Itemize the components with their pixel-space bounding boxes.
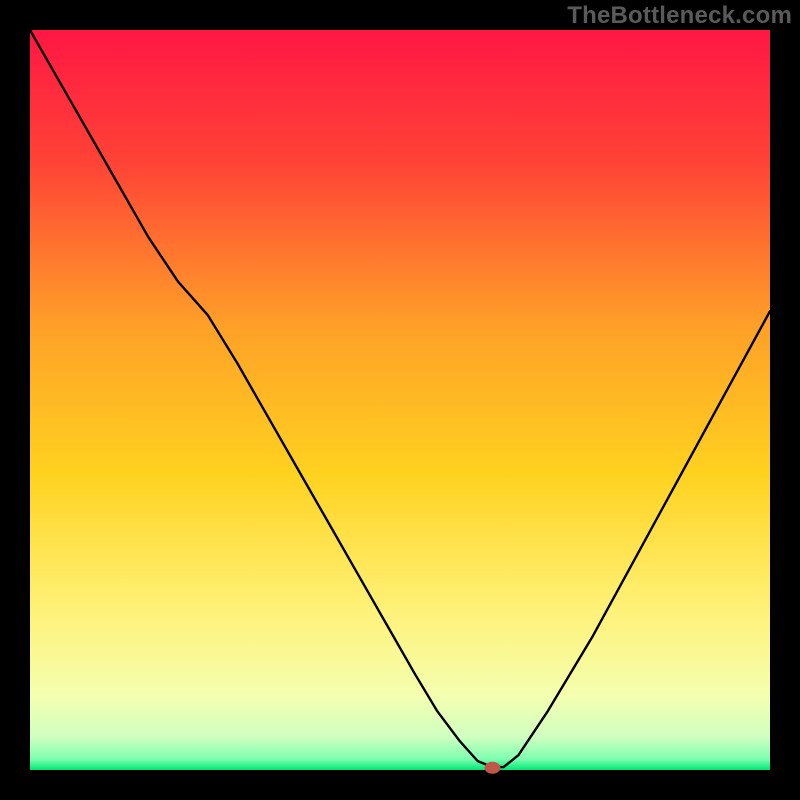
watermark-text: TheBottleneck.com: [567, 2, 792, 30]
chart-container: TheBottleneck.com: [0, 0, 800, 800]
chart-background-gradient: [30, 30, 770, 770]
optimal-marker: [485, 762, 501, 774]
bottleneck-chart: [0, 0, 800, 800]
